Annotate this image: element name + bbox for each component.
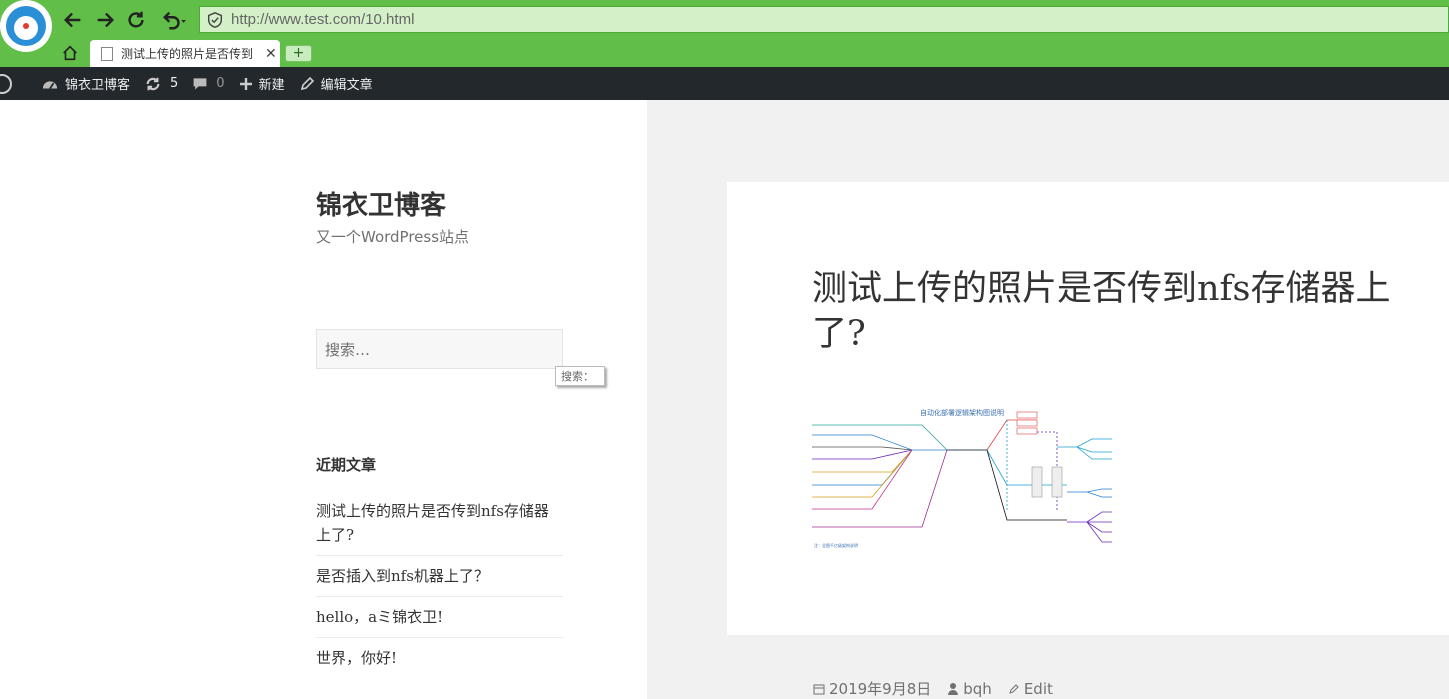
diagram-title: 自动化部署逻辑架构图说明 (920, 408, 1004, 417)
post-date-text: 2019年9月8日 (829, 680, 932, 698)
post-author-text: bqh (963, 679, 992, 698)
admin-site-link[interactable]: 锦衣卫博客 (27, 67, 137, 100)
new-tab-button[interactable]: + (285, 45, 312, 62)
recent-posts-list: 测试上传的照片是否传到nfs存储器上了? 是否插入到nfs机器上了？ hello… (316, 499, 563, 686)
updates-count: 5 (170, 76, 179, 91)
wp-admin-bar: 锦衣卫博客 5 0 新建 编辑文章 (0, 67, 1449, 100)
site-description: 又一个WordPress站点 (316, 228, 470, 246)
article-card: 测试上传的照片是否传到nfs存储器上了? 自动化部署逻辑架构图说明 注：全图千亿… (727, 182, 1449, 635)
tab-title: 测试上传的照片是否传到 (121, 47, 254, 61)
user-icon (948, 682, 959, 695)
search-tooltip: 搜索： (555, 366, 605, 386)
plus-icon (239, 77, 252, 90)
browser-chrome: http://www.test.com/10.html 测试上传的照片是否传到 … (0, 0, 1449, 67)
svg-text:注：全图千亿级架构说明: 注：全图千亿级架构说明 (814, 542, 858, 548)
post-title: 测试上传的照片是否传到nfs存储器上了? (812, 269, 1391, 354)
search-input[interactable]: 搜索… (316, 329, 563, 369)
admin-edit-link[interactable]: 编辑文章 (292, 67, 380, 100)
post-date[interactable]: 2019年9月8日 (813, 678, 931, 699)
pencil-icon (1009, 683, 1019, 694)
comment-icon (193, 77, 207, 90)
browser-tab[interactable]: 测试上传的照片是否传到 ✕ (90, 40, 280, 67)
undo-history-icon[interactable] (155, 7, 191, 33)
wordpress-logo-icon[interactable] (0, 67, 27, 100)
post-edit-text: Edit (1023, 679, 1053, 698)
post-meta: 2019年9月8日 bqh Edit (813, 678, 1069, 699)
document-icon (101, 46, 113, 61)
recent-post-link[interactable]: 测试上传的照片是否传到nfs存储器上了? (316, 499, 563, 556)
post-edit-link[interactable]: Edit (1008, 678, 1053, 699)
architecture-diagram-image[interactable]: 自动化部署逻辑架构图说明 注：全图千亿级架构说明 (812, 407, 1112, 552)
forward-arrow-icon[interactable] (92, 7, 118, 33)
updates-icon (146, 77, 160, 90)
admin-updates-link[interactable]: 5 (137, 67, 185, 100)
recent-post-link[interactable]: 世界，你好! (316, 646, 563, 678)
admin-site-name: 锦衣卫博客 (65, 78, 131, 93)
recent-posts-title: 近期文章 (316, 456, 377, 474)
admin-edit-label: 编辑文章 (320, 78, 373, 93)
search-placeholder: 搜索… (325, 340, 371, 359)
home-icon[interactable] (58, 42, 82, 64)
url-text[interactable]: http://www.test.com/10.html (231, 11, 414, 28)
calendar-icon (813, 684, 825, 694)
admin-new-label: 新建 (258, 78, 285, 93)
admin-comments-link[interactable]: 0 (185, 67, 231, 100)
refresh-icon[interactable] (123, 7, 149, 33)
back-arrow-icon[interactable] (60, 7, 86, 33)
address-bar[interactable]: http://www.test.com/10.html (199, 6, 1449, 33)
site-title[interactable]: 锦衣卫博客 (316, 185, 446, 222)
sidebar: 锦衣卫博客 又一个WordPress站点 搜索… 搜索： 近期文章 测试上传的照… (0, 100, 647, 699)
browser-logo-icon[interactable] (0, 0, 52, 52)
dashboard-icon (42, 80, 58, 89)
tab-close-icon[interactable]: ✕ (265, 46, 277, 62)
pencil-icon (300, 76, 314, 90)
shield-check-icon (204, 9, 226, 31)
post-author[interactable]: bqh (947, 678, 992, 699)
admin-new-link[interactable]: 新建 (232, 67, 292, 100)
recent-post-link[interactable]: hello，aミ锦衣卫! (316, 605, 563, 638)
comments-count: 0 (216, 76, 225, 91)
recent-post-link[interactable]: 是否插入到nfs机器上了？ (316, 564, 563, 597)
